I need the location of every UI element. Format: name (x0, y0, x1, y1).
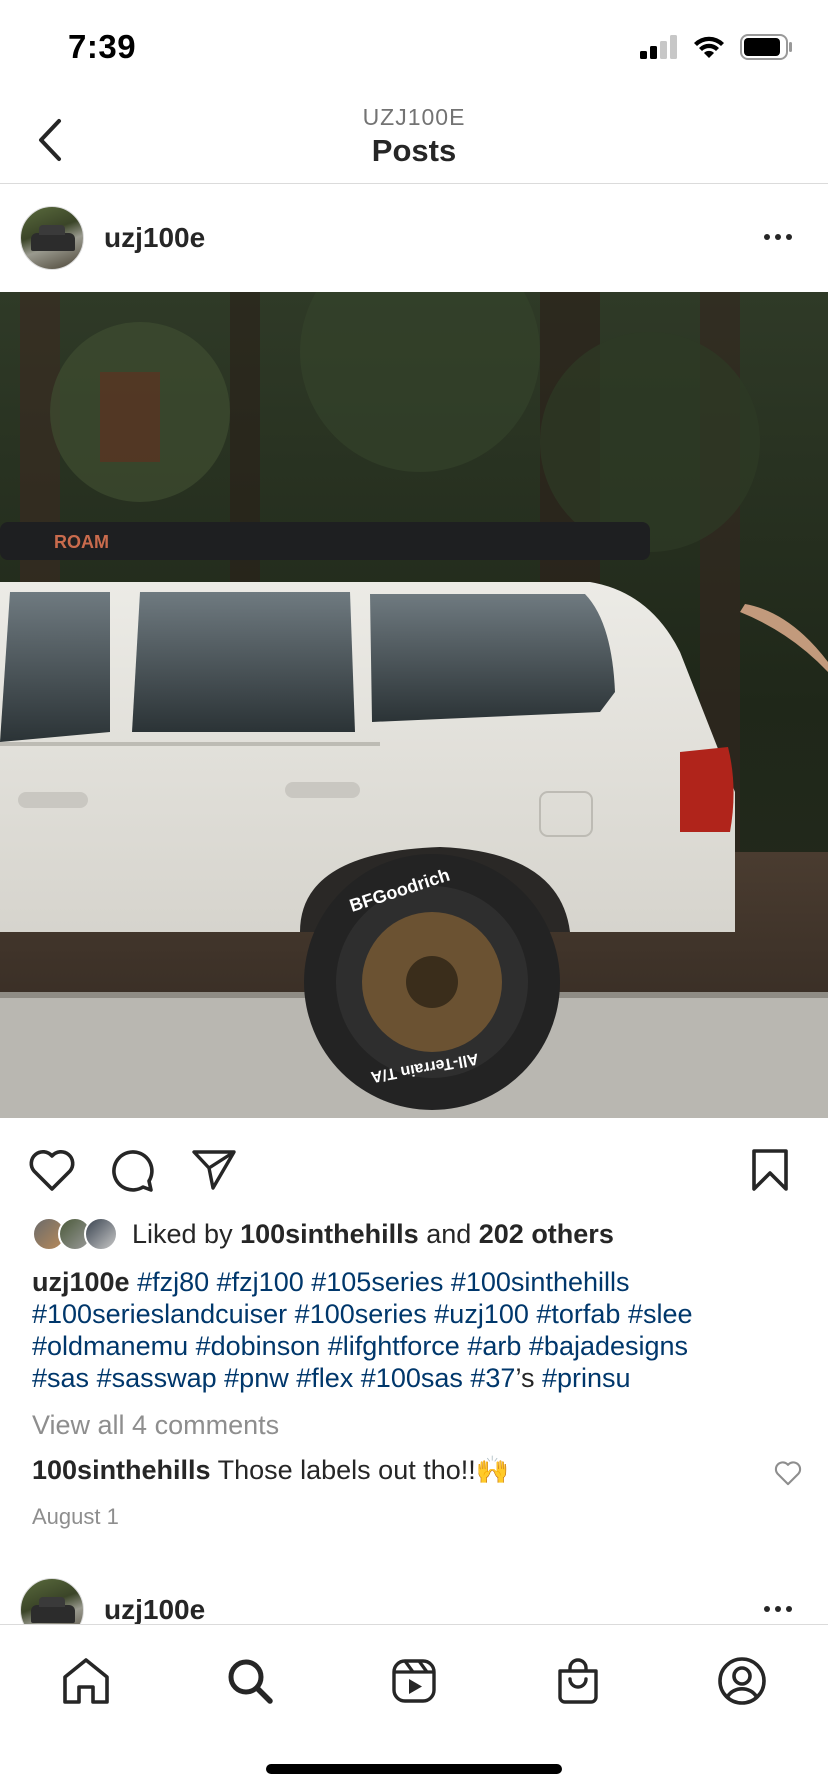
page-title: Posts (371, 133, 457, 168)
likes-text: Liked by 100sinthehills and 202 others (132, 1218, 614, 1249)
likes-summary[interactable]: Liked by 100sinthehills and 202 others (32, 1214, 614, 1254)
caption-username[interactable]: uzj100e (32, 1267, 130, 1297)
heart-icon (29, 1150, 75, 1191)
caption-line: #sas #sasswap #pnw #flex #100sas #37’s #… (32, 1362, 802, 1394)
hashtag[interactable]: #100sas (361, 1363, 463, 1393)
hashtag[interactable]: #oldmanemu (32, 1331, 188, 1361)
tab-home[interactable] (58, 1653, 114, 1709)
profile-icon (718, 1657, 766, 1705)
speech-bubble-icon (112, 1150, 154, 1192)
hashtag[interactable]: #prinsu (542, 1363, 631, 1393)
hashtag[interactable]: #37 (470, 1363, 515, 1393)
ellipsis-icon (764, 234, 770, 240)
post-date: August 1 (32, 1504, 119, 1529)
post-username[interactable]: uzj100e (104, 1594, 205, 1624)
battery-icon (740, 34, 792, 60)
hashtag[interactable]: #pnw (224, 1363, 289, 1393)
cellular-signal-icon (640, 35, 677, 59)
view-all-comments-link[interactable]: View all 4 comments (32, 1410, 279, 1441)
like-button[interactable] (24, 1142, 80, 1198)
avatar[interactable] (20, 1578, 84, 1624)
tab-bar (0, 1624, 828, 1792)
caption-text: ’s (515, 1363, 535, 1393)
comment-button[interactable] (104, 1142, 160, 1198)
ellipsis-icon (764, 1606, 770, 1612)
hashtag[interactable]: #dobinson (196, 1331, 321, 1361)
hashtag[interactable]: #uzj100 (434, 1299, 529, 1329)
post-caption: uzj100e #fzj80 #fzj100 #105series #100si… (32, 1266, 802, 1394)
shopping-bag-icon (558, 1658, 598, 1704)
liker-avatar (84, 1217, 118, 1251)
caption-line: #oldmanemu #dobinson #lifghtforce #arb #… (32, 1330, 802, 1362)
wifi-icon (694, 36, 724, 58)
land-cruiser-photo: ROAM BFGoodrich All-Terrain T/A (0, 292, 828, 1118)
more-options-button[interactable] (756, 222, 800, 252)
hashtag[interactable]: #fzj100 (217, 1267, 304, 1297)
tab-reels[interactable] (386, 1653, 442, 1709)
comment-text: Those labels out tho!!🙌 (217, 1455, 510, 1485)
status-bar: 7:39 (0, 0, 828, 96)
hashtag[interactable]: #slee (628, 1299, 693, 1329)
post-header: uzj100e (0, 184, 828, 292)
status-time: 7:39 (68, 28, 137, 65)
roof-brand-text: ROAM (54, 532, 109, 552)
caption-line: uzj100e #fzj80 #fzj100 #105series #100si… (32, 1266, 802, 1298)
tab-profile[interactable] (714, 1653, 770, 1709)
share-button[interactable] (186, 1142, 242, 1198)
search-icon (228, 1659, 273, 1704)
heart-icon (774, 1461, 802, 1486)
nav-titles: UZJ100E Posts (0, 104, 828, 169)
caption-line: #100serieslandcuiser #100series #uzj100 … (32, 1298, 802, 1330)
bookmark-icon (752, 1149, 788, 1191)
tab-shop[interactable] (550, 1653, 606, 1709)
hashtag[interactable]: #sasswap (97, 1363, 217, 1393)
hashtag[interactable]: #100series (295, 1299, 427, 1329)
post-image[interactable]: ROAM BFGoodrich All-Terrain T/A (0, 292, 828, 1118)
liker-username[interactable]: 100sinthehills (240, 1219, 419, 1249)
liker-avatars (32, 1215, 120, 1253)
hashtag[interactable]: #100serieslandcuiser (32, 1299, 287, 1329)
comment: 100sinthehills Those labels out tho!!🙌 (32, 1454, 509, 1486)
reels-icon (392, 1659, 436, 1703)
save-button[interactable] (742, 1142, 798, 1198)
header-subtitle: UZJ100E (362, 104, 466, 130)
more-options-button[interactable] (756, 1594, 800, 1624)
hashtag[interactable]: #bajadesigns (529, 1331, 688, 1361)
hashtag[interactable]: #100sinthehills (451, 1267, 630, 1297)
comment-username[interactable]: 100sinthehills (32, 1455, 211, 1485)
hashtag[interactable]: #arb (467, 1331, 521, 1361)
tab-search[interactable] (222, 1653, 278, 1709)
post-username[interactable]: uzj100e (104, 222, 205, 254)
hashtag[interactable]: #sas (32, 1363, 89, 1393)
post-actions (0, 1142, 828, 1198)
nav-header: UZJ100E Posts (0, 96, 828, 184)
likes-others[interactable]: 202 others (479, 1219, 614, 1249)
hashtag[interactable]: #flex (296, 1363, 353, 1393)
home-indicator (266, 1764, 562, 1774)
hashtag[interactable]: #105series (311, 1267, 443, 1297)
hashtag[interactable]: #lifghtforce (328, 1331, 460, 1361)
home-icon (63, 1658, 109, 1704)
hashtag[interactable]: #fzj80 (137, 1267, 209, 1297)
next-post-header: uzj100e (0, 1556, 828, 1624)
comment-like-button[interactable] (774, 1460, 802, 1488)
avatar[interactable] (20, 206, 84, 270)
hashtag[interactable]: #torfab (536, 1299, 620, 1329)
paper-plane-icon (192, 1150, 236, 1190)
status-icons (640, 34, 794, 60)
